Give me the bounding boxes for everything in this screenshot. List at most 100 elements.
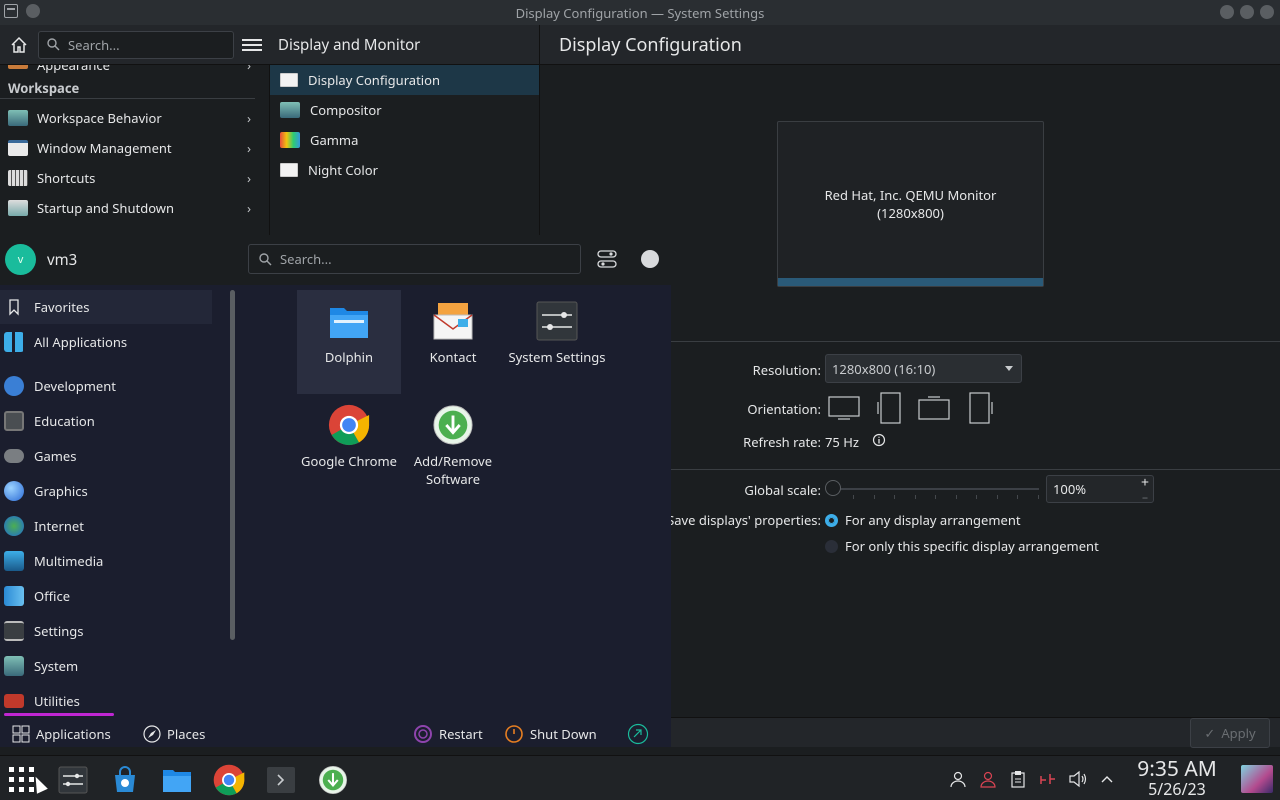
sidebar-item-workspace-behavior[interactable]: Workspace Behavior › xyxy=(0,103,269,133)
resolution-select[interactable]: 1280x800 (16:10) xyxy=(825,354,1022,383)
taskbar-software-install[interactable] xyxy=(315,762,351,798)
taskbar-discover[interactable] xyxy=(107,762,143,798)
close-button[interactable] xyxy=(1260,5,1274,19)
scale-slider-track[interactable] xyxy=(833,488,1039,490)
tab-places[interactable]: Places xyxy=(143,720,205,747)
sidebar-item-label: Window Management xyxy=(37,139,172,157)
power-icon xyxy=(505,724,523,743)
apply-button[interactable]: ✓ Apply xyxy=(1190,718,1270,748)
app-add-remove-software[interactable]: Add/Remove Software xyxy=(401,394,505,498)
restart-button[interactable]: Restart xyxy=(413,720,483,747)
category-development[interactable]: Development xyxy=(0,369,212,403)
discover-store-icon xyxy=(115,766,135,792)
category-internet[interactable]: Internet xyxy=(0,509,212,543)
category-favorites[interactable]: Favorites xyxy=(0,290,212,324)
grid-icon xyxy=(4,332,24,352)
user-icon[interactable] xyxy=(948,769,968,789)
monitor-preview[interactable]: Red Hat, Inc. QEMU Monitor (1280x800) xyxy=(777,121,1044,287)
launcher-search-input[interactable]: Search... xyxy=(248,244,581,274)
category-item-label: Display Configuration xyxy=(308,71,441,89)
sidebar-item-appearance[interactable]: Appearance › xyxy=(0,65,269,74)
gamepad-icon xyxy=(4,449,24,463)
category-multimedia[interactable]: Multimedia xyxy=(0,544,212,578)
utilities-hover-indicator xyxy=(4,713,114,716)
avatar[interactable]: v xyxy=(5,244,36,275)
category-office[interactable]: Office xyxy=(0,579,212,613)
category-education[interactable]: Education xyxy=(0,404,212,438)
resolution-value: 1280x800 (16:10) xyxy=(832,359,936,378)
settings-search-input[interactable]: Search... xyxy=(38,30,234,59)
clipboard-icon[interactable] xyxy=(1008,769,1028,789)
configure-icon[interactable] xyxy=(597,250,617,268)
info-icon[interactable] xyxy=(872,433,886,451)
scale-spinbox[interactable]: 100% + – xyxy=(1046,475,1154,505)
categories-scrollbar[interactable] xyxy=(230,290,235,640)
maximize-button[interactable] xyxy=(1240,5,1254,19)
launcher-categories: Favorites All Applications Development E… xyxy=(0,290,230,730)
office-icon xyxy=(4,586,24,606)
tab-applications[interactable]: Applications xyxy=(12,720,111,747)
orientation-label: Orientation: xyxy=(747,400,821,418)
window-titlebar: Display Configuration — System Settings xyxy=(0,0,1280,25)
taskbar-system-settings[interactable] xyxy=(55,762,91,798)
app-kontact[interactable]: Kontact xyxy=(401,290,505,394)
orientation-portrait-button[interactable] xyxy=(873,392,907,424)
chevron-up-icon[interactable] xyxy=(1097,769,1117,789)
app-label: Add/Remove Software xyxy=(413,452,493,488)
app-label: Kontact xyxy=(429,348,477,366)
apply-bar: ✓ Apply xyxy=(671,717,1280,748)
software-install-icon xyxy=(432,404,474,446)
terminal-icon xyxy=(267,767,295,793)
shutdown-button[interactable]: Shut Down xyxy=(504,720,597,747)
leave-options-button[interactable] xyxy=(627,720,649,747)
sidebar-item-startup-shutdown[interactable]: Startup and Shutdown › xyxy=(0,193,269,223)
keyboard-icon xyxy=(8,170,28,186)
category-list: Display Configuration Compositor Gamma N… xyxy=(270,65,540,235)
orientation-landscape-button[interactable] xyxy=(827,393,861,423)
category-all-applications[interactable]: All Applications xyxy=(0,325,212,359)
orientation-portrait-flipped-button[interactable] xyxy=(963,392,997,424)
taskbar-dolphin[interactable] xyxy=(159,762,195,798)
category-item-label: Night Color xyxy=(308,161,379,179)
volume-icon[interactable] xyxy=(1068,769,1088,789)
leave-icon[interactable] xyxy=(641,250,659,268)
digital-clock[interactable]: 9:35 AM 5/26/23 xyxy=(1131,755,1223,800)
category-label: Utilities xyxy=(34,692,80,710)
home-icon[interactable] xyxy=(8,34,30,56)
user-switch-icon[interactable] xyxy=(978,769,998,789)
network-disconnected-icon[interactable] xyxy=(1038,769,1058,789)
orientation-flipped-button[interactable] xyxy=(917,393,951,423)
sidebar-item-shortcuts[interactable]: Shortcuts › xyxy=(0,163,269,193)
chevron-right-icon: › xyxy=(246,199,251,217)
show-desktop-button[interactable] xyxy=(1241,765,1273,793)
taskbar-chrome[interactable] xyxy=(211,762,247,798)
chevron-right-icon: › xyxy=(246,139,251,157)
category-item-compositor[interactable]: Compositor xyxy=(270,95,539,125)
sidebar-item-window-management[interactable]: Window Management › xyxy=(0,133,269,163)
window-menu-icon[interactable] xyxy=(4,4,18,18)
app-google-chrome[interactable]: Google Chrome xyxy=(297,394,401,498)
category-system[interactable]: System xyxy=(0,649,212,683)
category-graphics[interactable]: Graphics xyxy=(0,474,212,508)
taskbar-terminal[interactable] xyxy=(263,762,299,798)
app-dolphin[interactable]: Dolphin xyxy=(297,290,401,394)
global-scale-label: Global scale: xyxy=(744,481,821,499)
category-games[interactable]: Games xyxy=(0,439,212,473)
category-label: Settings xyxy=(34,622,84,640)
category-item-display-configuration[interactable]: Display Configuration xyxy=(270,65,539,95)
appearance-icon xyxy=(8,65,28,69)
radio-specific-arrangement[interactable]: For only this specific display arrangeme… xyxy=(825,537,1099,555)
folder-icon xyxy=(328,300,370,342)
clock-time: 9:35 AM xyxy=(1137,755,1217,783)
app-system-settings[interactable]: System Settings xyxy=(505,290,609,394)
hamburger-menu-icon[interactable] xyxy=(242,35,262,55)
radio-any-arrangement[interactable]: For any display arrangement xyxy=(825,511,1021,529)
scale-slider-handle[interactable] xyxy=(825,480,841,496)
decrement-button[interactable]: – xyxy=(1142,488,1148,505)
pin-button[interactable] xyxy=(26,4,40,18)
category-item-gamma[interactable]: Gamma xyxy=(270,125,539,155)
category-settings[interactable]: Settings xyxy=(0,614,212,648)
minimize-button[interactable] xyxy=(1220,5,1234,19)
category-label: Games xyxy=(34,447,77,465)
category-item-night-color[interactable]: Night Color xyxy=(270,155,539,185)
